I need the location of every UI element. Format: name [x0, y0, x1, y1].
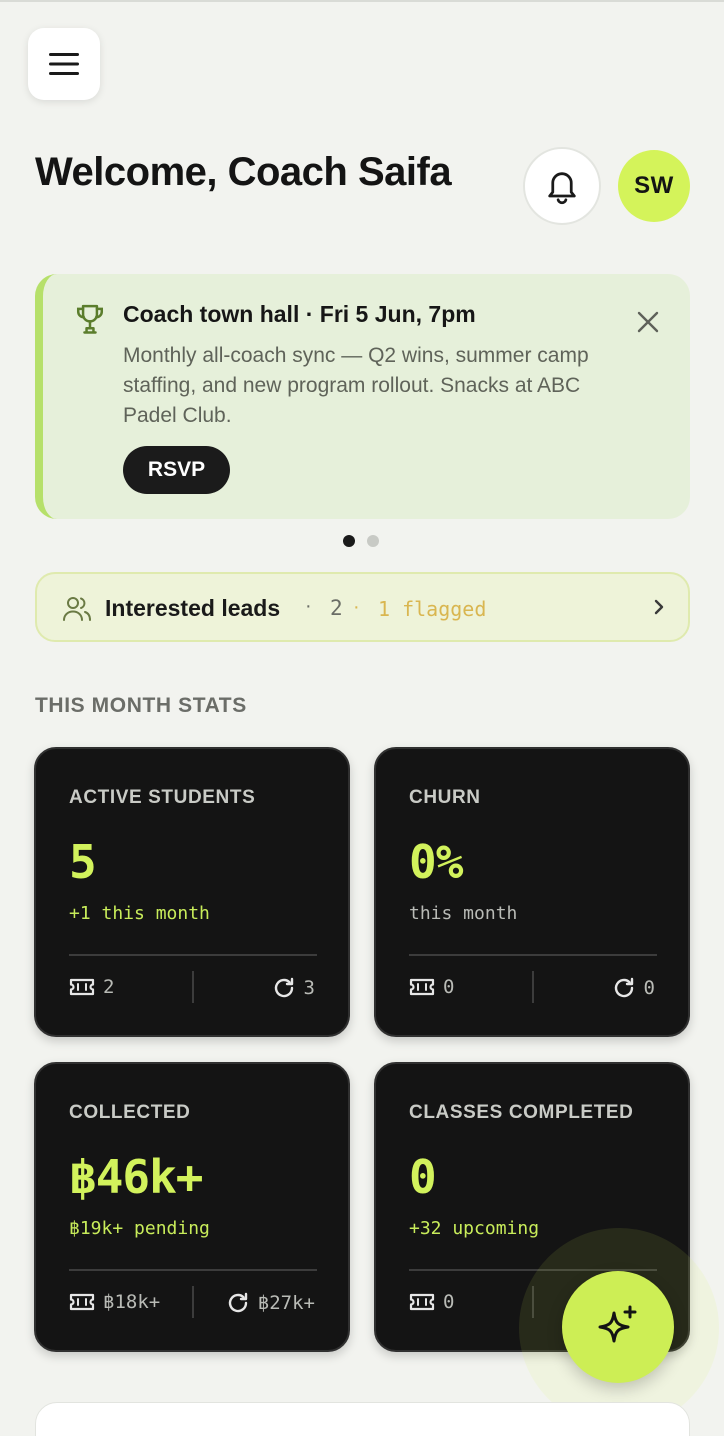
stat-subtext: this month — [409, 903, 518, 924]
stat-subtext: ฿19k+ pending — [69, 1218, 210, 1239]
stat-card-collected[interactable]: COLLECTED ฿46k+ ฿19k+ pending ฿18k+ ฿27k… — [34, 1062, 350, 1352]
stat-footer-right: 0 — [612, 976, 655, 1000]
trophy-icon — [76, 304, 104, 334]
ai-assistant-button[interactable] — [562, 1271, 674, 1383]
stat-value: 0 — [409, 1150, 437, 1204]
stat-subtext: +32 upcoming — [409, 1218, 540, 1239]
divider — [532, 971, 534, 1003]
stat-footer-left: ฿18k+ — [69, 1291, 160, 1313]
stat-footer-right-value: 3 — [303, 977, 315, 999]
users-icon — [63, 597, 91, 621]
leads-separator: · — [353, 596, 360, 618]
notifications-button[interactable] — [523, 147, 601, 225]
stat-label: CLASSES COMPLETED — [409, 1102, 634, 1123]
leads-count: 2 — [330, 596, 343, 620]
divider — [69, 1269, 317, 1271]
stat-footer-left: 0 — [409, 976, 454, 998]
bell-icon — [548, 172, 576, 205]
close-icon[interactable] — [635, 309, 661, 335]
sparkle-icon — [598, 1305, 637, 1343]
stat-footer-right-value: ฿27k+ — [257, 1292, 315, 1314]
stat-label: COLLECTED — [69, 1102, 191, 1123]
stat-footer-left-value: 0 — [443, 976, 455, 998]
stat-footer-left-value: 0 — [443, 1291, 455, 1313]
refresh-icon — [614, 977, 633, 998]
avatar[interactable]: SW — [618, 150, 690, 222]
bottom-card — [35, 1402, 690, 1436]
ticket-icon — [409, 978, 435, 996]
stat-footer-left-value: ฿18k+ — [103, 1291, 161, 1313]
announcement-banner: Coach town hall · Fri 5 Jun, 7pm Monthly… — [35, 274, 690, 519]
stat-value: 0% — [409, 835, 463, 889]
menu-button[interactable] — [28, 28, 100, 100]
stat-card-churn[interactable]: CHURN 0% this month 0 0 — [374, 747, 690, 1037]
stat-footer-right: 3 — [272, 976, 315, 1000]
stat-footer-right-value: 0 — [643, 977, 655, 999]
interested-leads-row[interactable]: Interested leads · 2 · 1 flagged — [35, 572, 690, 642]
ticket-icon — [69, 978, 95, 996]
refresh-icon — [274, 977, 293, 998]
rsvp-button[interactable]: RSVP — [123, 446, 230, 494]
stat-card-active-students[interactable]: ACTIVE STUDENTS 5 +1 this month 2 3 — [34, 747, 350, 1037]
divider — [409, 954, 657, 956]
stat-footer-left-value: 2 — [103, 976, 115, 998]
stat-label: CHURN — [409, 787, 481, 808]
stat-subtext: +1 this month — [69, 903, 210, 924]
banner-title: Coach town hall · Fri 5 Jun, 7pm — [123, 301, 476, 327]
leads-label: Interested leads — [105, 595, 281, 621]
leads-flagged-count: 1 flagged — [378, 597, 487, 621]
top-border — [0, 0, 724, 2]
carousel-dot[interactable] — [367, 535, 379, 547]
section-title: THIS MONTH STATS — [35, 694, 247, 717]
leads-separator: · — [305, 595, 312, 617]
banner-body: Monthly all-coach sync — Q2 wins, summer… — [123, 344, 589, 427]
divider — [192, 971, 194, 1003]
stat-footer-right: ฿27k+ — [226, 1291, 315, 1315]
divider — [192, 1286, 194, 1318]
carousel-dot-active[interactable] — [343, 535, 355, 547]
stat-footer-left: 2 — [69, 976, 114, 998]
carousel-dots — [343, 535, 379, 547]
refresh-icon — [228, 1292, 247, 1313]
ticket-icon — [409, 1293, 435, 1311]
chevron-right-icon — [654, 599, 664, 615]
stat-footer-left: 0 — [409, 1291, 454, 1313]
stat-value: 5 — [69, 835, 97, 889]
menu-icon — [49, 53, 79, 75]
stat-value: ฿46k+ — [69, 1150, 203, 1204]
stat-label: ACTIVE STUDENTS — [69, 787, 256, 808]
page-title: Welcome, Coach Saifa — [35, 150, 452, 194]
divider — [69, 954, 317, 956]
ticket-icon — [69, 1293, 95, 1311]
